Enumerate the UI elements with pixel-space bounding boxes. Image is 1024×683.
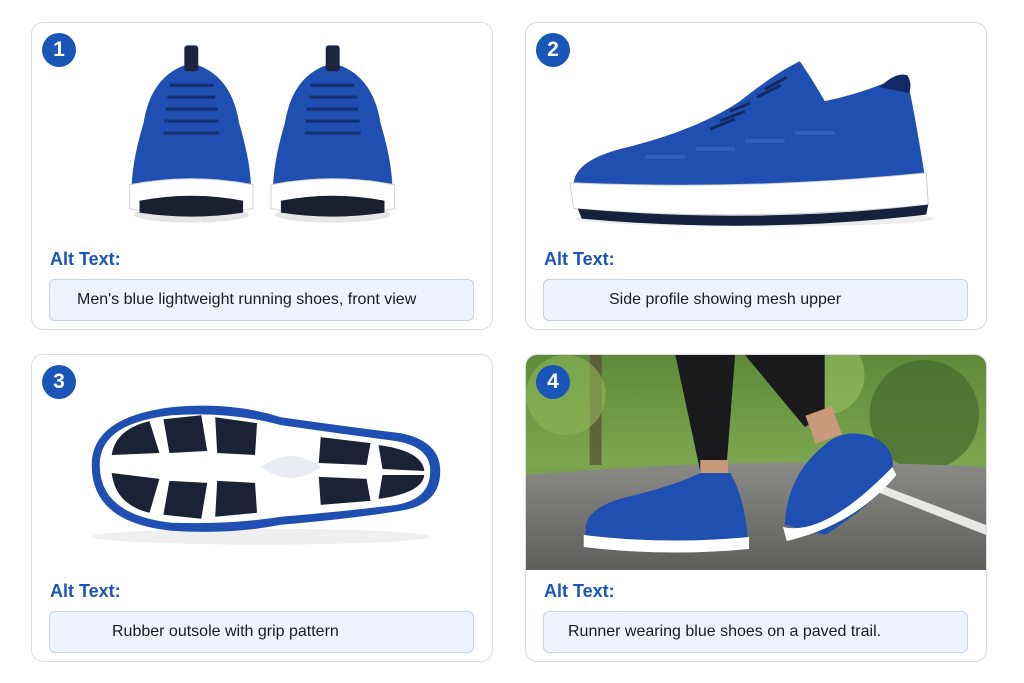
card-number-badge: 3 — [42, 365, 76, 399]
alt-text-value: Rubber outsole with grip pattern — [112, 623, 339, 640]
shoe-outsole-image — [32, 355, 492, 570]
alt-text-value: Runner wearing blue shoes on a paved tra… — [568, 623, 882, 640]
card-number-badge: 4 — [536, 365, 570, 399]
card-number-badge: 1 — [42, 33, 76, 67]
alt-text-label: Alt Text: — [50, 249, 121, 269]
left-shoe-front — [129, 45, 254, 223]
card-number-badge: 2 — [536, 33, 570, 67]
alt-text-field[interactable]: Men's blue lightweight running shoes, fr… — [49, 279, 474, 321]
image-card-4: 4 Alt Text: Runner wearing blue shoes on… — [525, 354, 987, 662]
shoe-side-profile-image — [526, 23, 986, 238]
image-card-1: 1 Alt Text: Men's blue lightweight runni… — [31, 22, 493, 330]
right-shoe-front — [270, 45, 395, 223]
alt-text-label: Alt Text: — [50, 581, 121, 601]
runner-on-trail-image — [526, 355, 986, 570]
alt-text-field[interactable]: Runner wearing blue shoes on a paved tra… — [543, 611, 968, 653]
shoes-front-view-image — [32, 23, 492, 238]
alt-text-value: Men's blue lightweight running shoes, fr… — [77, 291, 417, 308]
alt-text-field[interactable]: Side profile showing mesh upper — [543, 279, 968, 321]
alt-text-label: Alt Text: — [544, 249, 615, 269]
alt-text-label: Alt Text: — [544, 581, 615, 601]
alt-text-value: Side profile showing mesh upper — [609, 291, 842, 308]
image-card-2: 2 Alt Text: Side profile showing mesh up… — [525, 22, 987, 330]
alt-text-field[interactable]: Rubber outsole with grip pattern — [49, 611, 474, 653]
image-card-3: 3 Alt Text: Rubber outsole with grip pat… — [31, 354, 493, 662]
